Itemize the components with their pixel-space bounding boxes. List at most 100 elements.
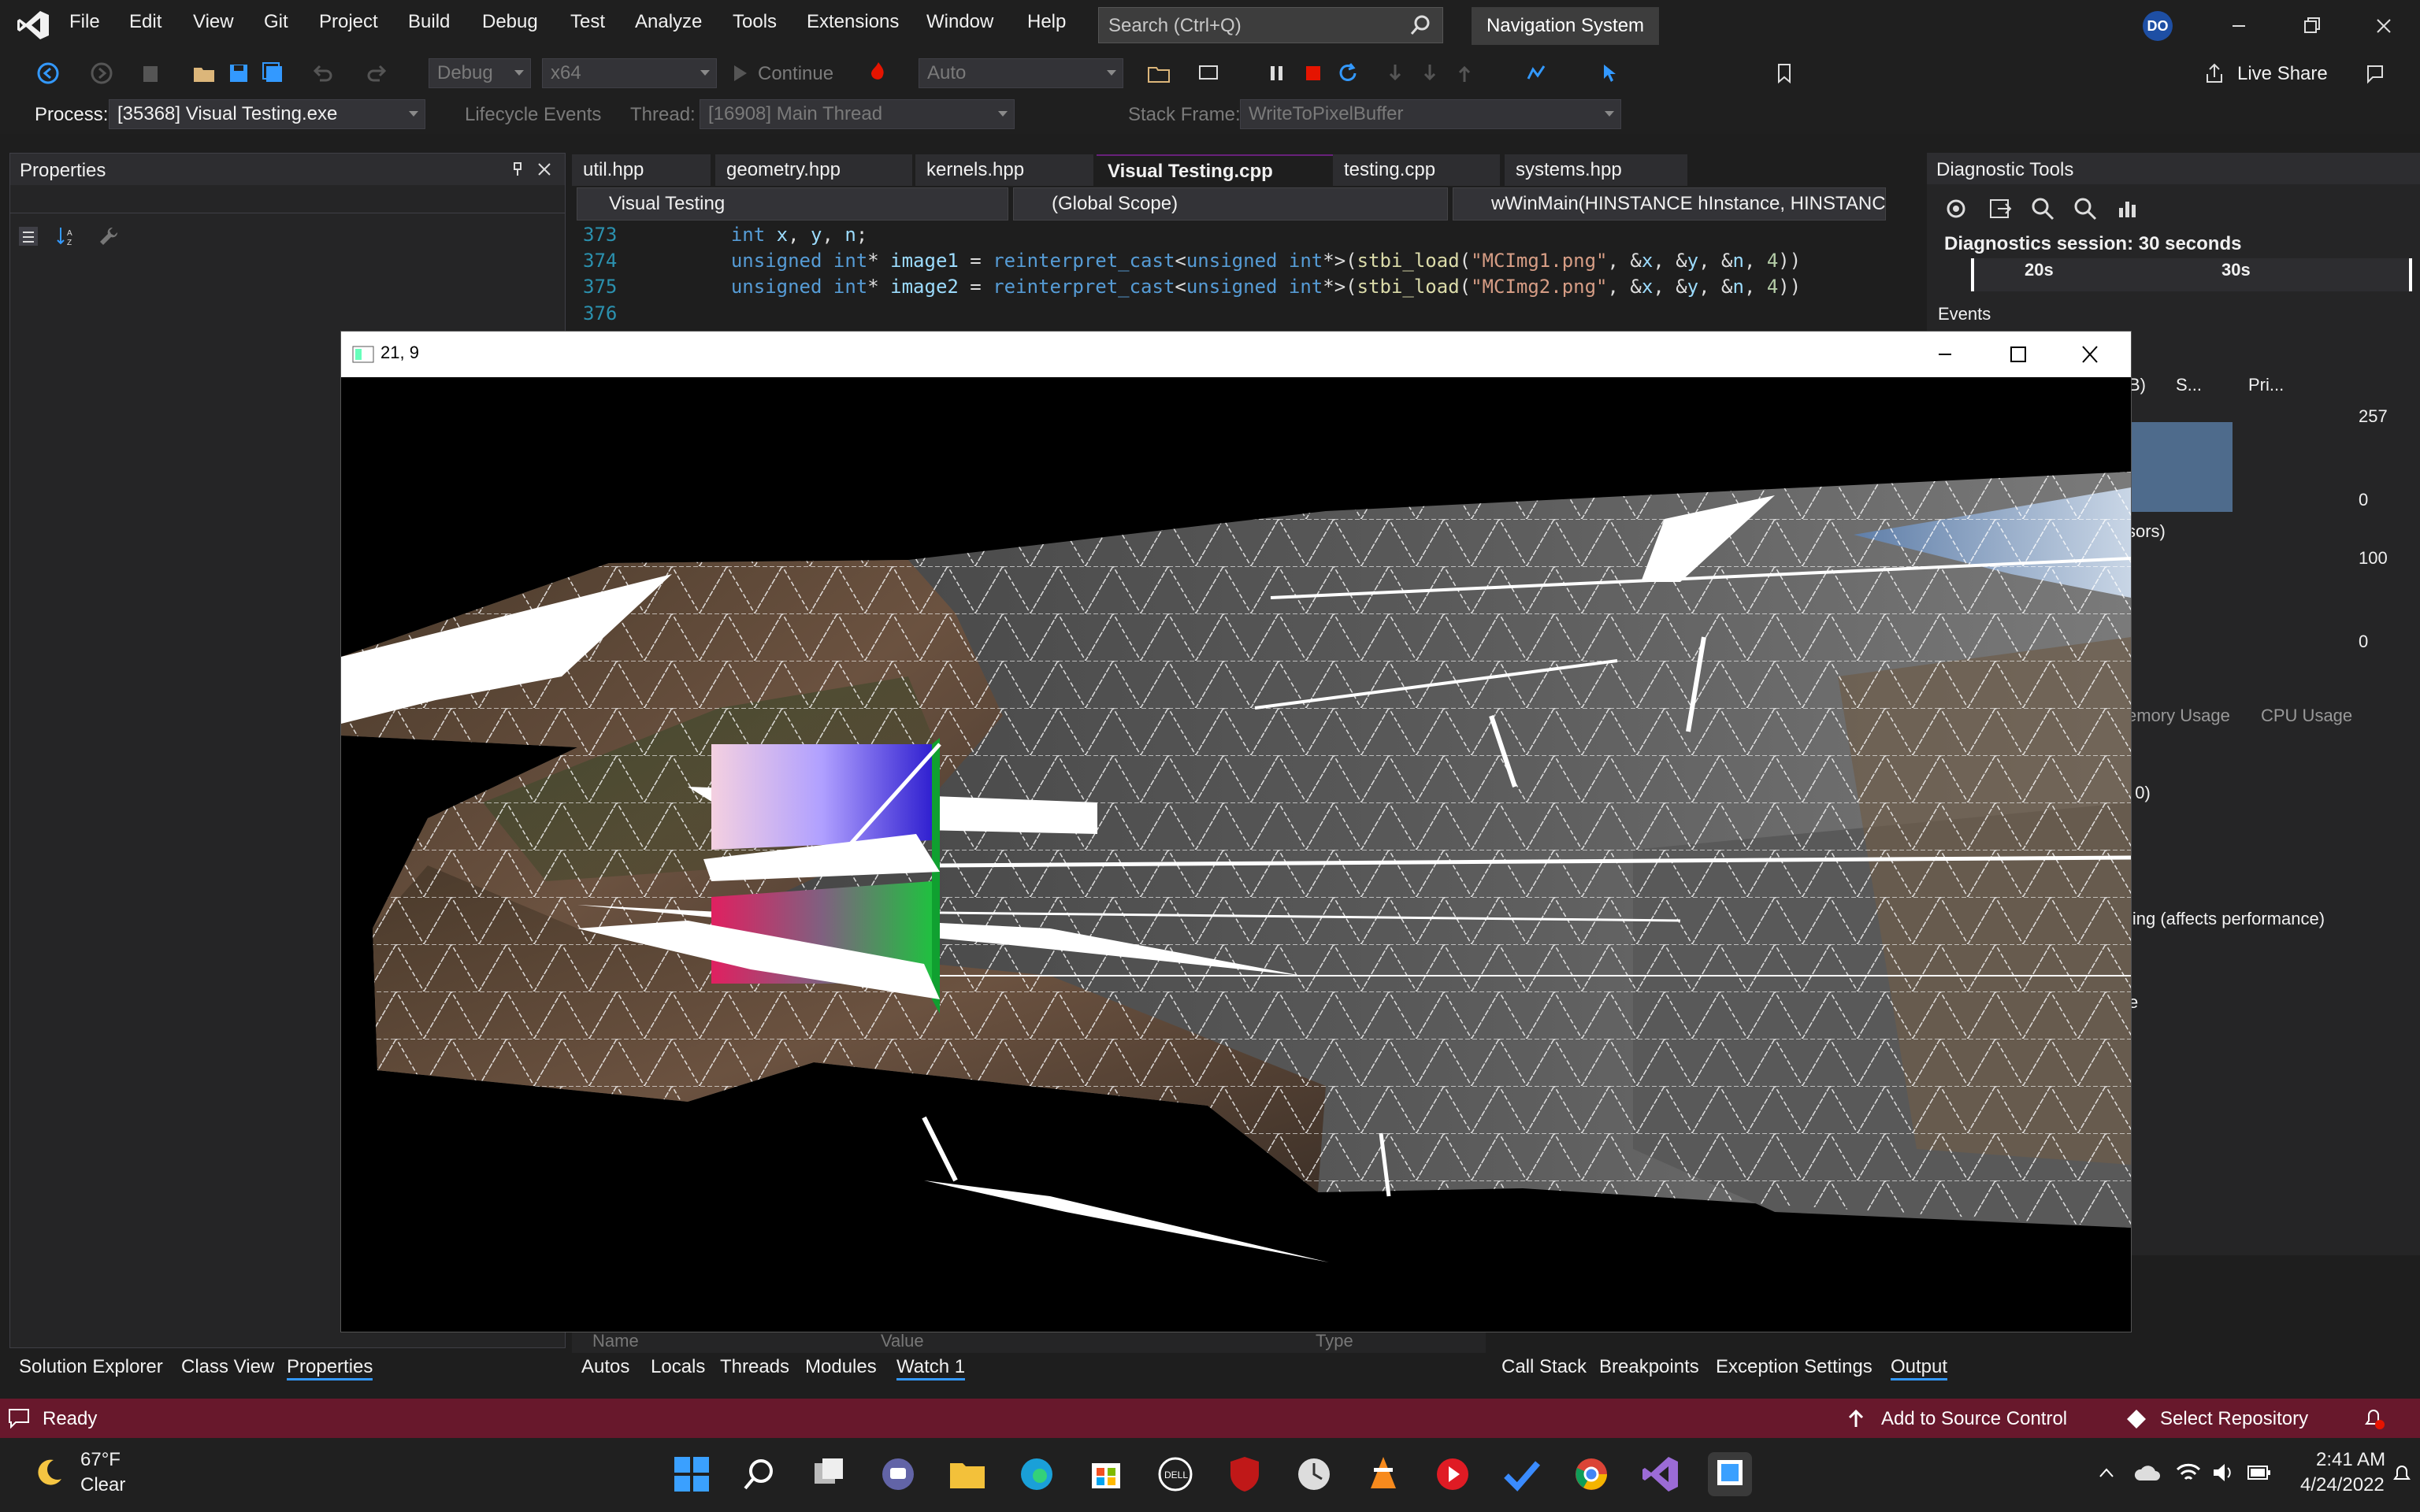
scope-select[interactable]: (Global Scope) [1013,187,1448,220]
continue-icon[interactable] [728,61,752,85]
app-window[interactable]: 21, 9 [340,331,2132,1332]
visual-studio-logo-icon[interactable] [16,9,50,41]
close-icon[interactable] [2360,8,2407,44]
menu-window[interactable]: Window [926,11,993,33]
zoom-out-icon[interactable] [2072,195,2099,222]
bookmark-icon[interactable] [1772,61,1796,85]
clock-app-icon[interactable] [1292,1452,1336,1496]
tab-breakpoints[interactable]: Breakpoints [1599,1356,1699,1378]
feedback-icon[interactable] [2363,61,2387,85]
alphabetical-icon[interactable]: AZ [54,224,78,248]
select-repository-button[interactable]: Select Repository [2160,1408,2308,1430]
chevron-up-icon[interactable] [2097,1465,2116,1480]
zoom-in-icon[interactable] [2029,195,2056,222]
start-windows-icon[interactable] [670,1452,714,1496]
tab-cpu-usage[interactable]: CPU Usage [2261,706,2352,726]
tab-autos[interactable]: Autos [581,1356,629,1378]
tab-class-view[interactable]: Class View [181,1356,274,1378]
menu-extensions[interactable]: Extensions [807,11,899,33]
chrome-icon[interactable] [1569,1452,1613,1496]
app-running-icon[interactable] [1708,1452,1752,1496]
cursor-icon[interactable] [1599,61,1623,85]
close-icon[interactable] [536,161,552,177]
platform-select[interactable]: x64 [542,58,717,88]
menu-help[interactable]: Help [1027,11,1066,33]
add-to-source-control-button[interactable]: Add to Source Control [1881,1408,2067,1430]
stop-icon[interactable] [1301,61,1325,85]
todo-check-icon[interactable] [1500,1452,1544,1496]
menu-view[interactable]: View [193,11,234,33]
search-icon[interactable] [737,1452,781,1496]
open-folder-icon[interactable] [192,61,216,85]
stack-frame-select[interactable]: WriteToPixelBuffer [1240,99,1621,129]
tab-geometry-hpp[interactable]: geometry.hpp [715,154,912,186]
battery-icon[interactable] [2247,1462,2272,1484]
save-icon[interactable] [227,61,251,85]
process-select[interactable]: [35368] Visual Testing.exe [109,99,425,129]
teams-chat-icon[interactable] [876,1452,920,1496]
mcafee-shield-icon[interactable] [1223,1452,1267,1496]
folder-search-icon[interactable] [1147,61,1171,85]
tab-solution-explorer[interactable]: Solution Explorer [19,1356,163,1378]
file-explorer-icon[interactable] [945,1452,989,1496]
menu-edit[interactable]: Edit [129,11,161,33]
minimize-icon[interactable] [2215,8,2262,44]
tab-locals[interactable]: Locals [651,1356,705,1378]
visual-studio-icon[interactable] [1639,1452,1683,1496]
wrench-icon[interactable] [97,224,121,248]
forward-icon[interactable] [90,61,113,85]
close-icon[interactable] [2073,341,2107,368]
volume-icon[interactable] [2212,1462,2237,1484]
restart-icon[interactable] [1336,61,1360,85]
tab-testing-cpp[interactable]: testing.cpp [1333,154,1500,186]
configuration-select[interactable]: Debug [429,58,531,88]
diagnostics-icon[interactable] [1525,61,1549,85]
chart-icon[interactable] [2114,195,2141,222]
menu-analyze[interactable]: Analyze [635,11,702,33]
save-all-icon[interactable] [262,61,285,85]
tab-exception-settings[interactable]: Exception Settings [1716,1356,1873,1378]
vlc-icon[interactable] [1361,1452,1405,1496]
tab-properties[interactable]: Properties [287,1356,373,1380]
settings-gear-icon[interactable] [1943,195,1969,222]
menu-test[interactable]: Test [570,11,605,33]
step-into-icon[interactable] [1418,61,1442,85]
tab-watch-1[interactable]: Watch 1 [896,1356,966,1380]
notification-bell-icon[interactable] [2360,1405,2387,1432]
microsoft-store-icon[interactable] [1084,1452,1128,1496]
new-project-icon[interactable] [140,61,164,85]
avatar[interactable]: DO [2143,11,2173,41]
maximize-icon[interactable] [2000,341,2035,368]
export-icon[interactable] [1987,195,2014,222]
tab-memory-usage[interactable]: emory Usage [2127,706,2230,726]
tab-modules[interactable]: Modules [805,1356,877,1378]
tab-util-hpp[interactable]: util.hpp [572,154,711,186]
project-select[interactable]: Visual Testing [577,187,1008,220]
weather-condition[interactable]: Clear [80,1474,125,1496]
onedrive-cloud-icon[interactable] [2133,1462,2162,1484]
notification-center-icon[interactable] [2390,1462,2414,1485]
media-player-icon[interactable] [1431,1452,1475,1496]
function-select[interactable]: wWinMain(HINSTANCE hInstance, HINSTANC [1453,187,1886,220]
menu-git[interactable]: Git [264,11,288,33]
step-out-icon[interactable] [1453,61,1476,85]
weather-temp[interactable]: 67°F [80,1449,121,1471]
clock-date[interactable]: 4/24/2022 [2300,1474,2385,1496]
thread-select[interactable]: [16908] Main Thread [700,99,1015,129]
menu-tools[interactable]: Tools [733,11,777,33]
hot-reload-icon[interactable] [867,60,890,83]
app-window-titlebar[interactable]: 21, 9 [341,332,2131,377]
tab-call-stack[interactable]: Call Stack [1501,1356,1587,1378]
menu-project[interactable]: Project [319,11,378,33]
wifi-icon[interactable] [2176,1462,2201,1484]
screen-icon[interactable] [1197,61,1221,85]
pin-icon[interactable] [510,161,525,177]
menu-debug[interactable]: Debug [482,11,538,33]
continue-button[interactable]: Continue [758,63,833,85]
moon-weather-icon[interactable] [32,1455,66,1490]
tab-kernels-hpp[interactable]: kernels.hpp [915,154,1093,186]
live-share-icon[interactable] [2203,61,2226,85]
pause-icon[interactable] [1265,61,1289,85]
back-icon[interactable] [36,61,60,85]
menu-file[interactable]: File [69,11,100,33]
